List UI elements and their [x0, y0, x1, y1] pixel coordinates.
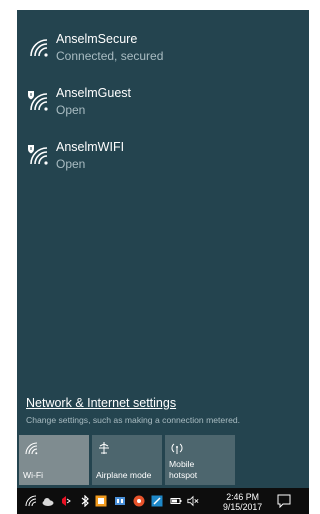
battery-icon[interactable] [170, 495, 182, 507]
mobile-hotspot-tile[interactable]: Mobile hotspot [165, 435, 235, 485]
network-name: AnselmWIFI [56, 140, 125, 154]
airplane-icon [99, 442, 109, 454]
onedrive-icon[interactable] [42, 495, 54, 507]
wifi-icon[interactable] [25, 495, 37, 507]
network-settings-link[interactable]: Network & Internet settings [26, 396, 176, 410]
wifi-icon [30, 39, 48, 57]
wifi-toggle-tile[interactable]: Wi-Fi [19, 435, 89, 485]
clock-date: 9/15/2017 [223, 502, 263, 512]
app-orange-icon[interactable] [95, 495, 107, 507]
network-status: Connected, secured [56, 49, 164, 63]
network-item-anselmwifi[interactable]: AnselmWIFI Open [17, 132, 309, 182]
wifi-shield-icon [28, 91, 48, 111]
hotspot-icon [171, 443, 183, 454]
network-status: Open [56, 157, 86, 171]
bluetooth-icon[interactable] [79, 495, 91, 507]
app-red-icon[interactable] [133, 495, 145, 507]
network-name: AnselmGuest [56, 86, 132, 100]
antivirus-icon[interactable] [60, 495, 72, 507]
network-flyout: AnselmSecure Connected, secured AnselmGu… [17, 10, 309, 488]
network-settings-description: Change settings, such as making a connec… [26, 415, 241, 425]
app-cyan-icon[interactable] [151, 495, 163, 507]
network-status: Open [56, 103, 86, 117]
tile-label: Wi-Fi [23, 470, 44, 480]
network-item-anselmguest[interactable]: AnselmGuest Open [17, 78, 309, 128]
tile-label: Mobile hotspot [169, 459, 198, 480]
app-blue-icon[interactable] [114, 495, 126, 507]
wifi-shield-icon [28, 145, 48, 165]
network-item-anselmsecure[interactable]: AnselmSecure Connected, secured [17, 24, 309, 74]
tile-label: Airplane mode [96, 470, 152, 480]
clock-time: 2:46 PM [226, 492, 259, 502]
airplane-mode-tile[interactable]: Airplane mode [92, 435, 162, 485]
volume-muted-icon[interactable] [187, 495, 199, 507]
notification-icon[interactable] [277, 494, 291, 508]
network-name: AnselmSecure [56, 32, 138, 46]
taskbar: 2:46 PM 9/15/2017 [17, 488, 309, 514]
wifi-icon [25, 442, 38, 455]
clock[interactable]: 2:46 PM 9/15/2017 [223, 492, 262, 512]
